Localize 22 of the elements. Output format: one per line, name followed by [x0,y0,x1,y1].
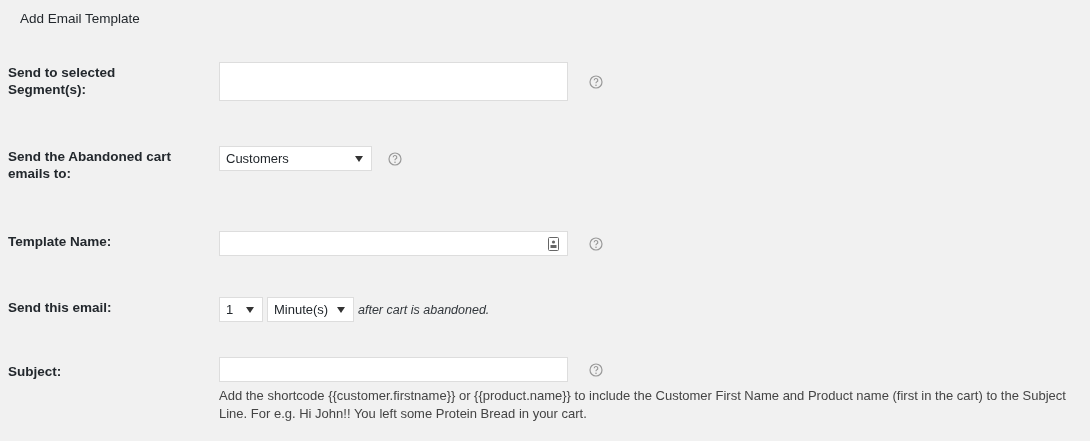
text-field[interactable] [219,231,568,256]
field-label: Send this email: [8,299,113,317]
contact-card-icon [548,237,559,251]
caret-icon [246,306,254,313]
text-field[interactable] [219,357,568,382]
help-icon[interactable] [388,151,402,166]
page-title: Add Email Template [20,11,141,28]
dropdown[interactable]: 1 [219,297,263,322]
help-text: Add the shortcode {{customer.firstname}} or {{product.name}} to include the Customer First Name and Product name (first in the cart) to the Subject Line. For e.g. Hi John!! You left some Protein Bread in your cart. [219,387,1067,423]
dropdown[interactable]: Customers [219,146,372,171]
dropdown[interactable]: Minute(s) [267,297,354,322]
field-label: Template Name: [8,233,113,251]
field-label: Send the Abandoned cart emails to: [8,148,172,182]
field-suffix: after cart is abandoned. [358,302,490,317]
field-label: Subject: [8,363,63,381]
caret-icon [355,155,363,162]
help-icon[interactable] [589,74,603,89]
segment-select-field[interactable] [219,62,568,101]
help-icon[interactable] [589,362,603,377]
field-label: Send to selected Segment(s): [8,64,117,99]
help-icon[interactable] [589,236,603,251]
caret-icon [337,306,345,313]
